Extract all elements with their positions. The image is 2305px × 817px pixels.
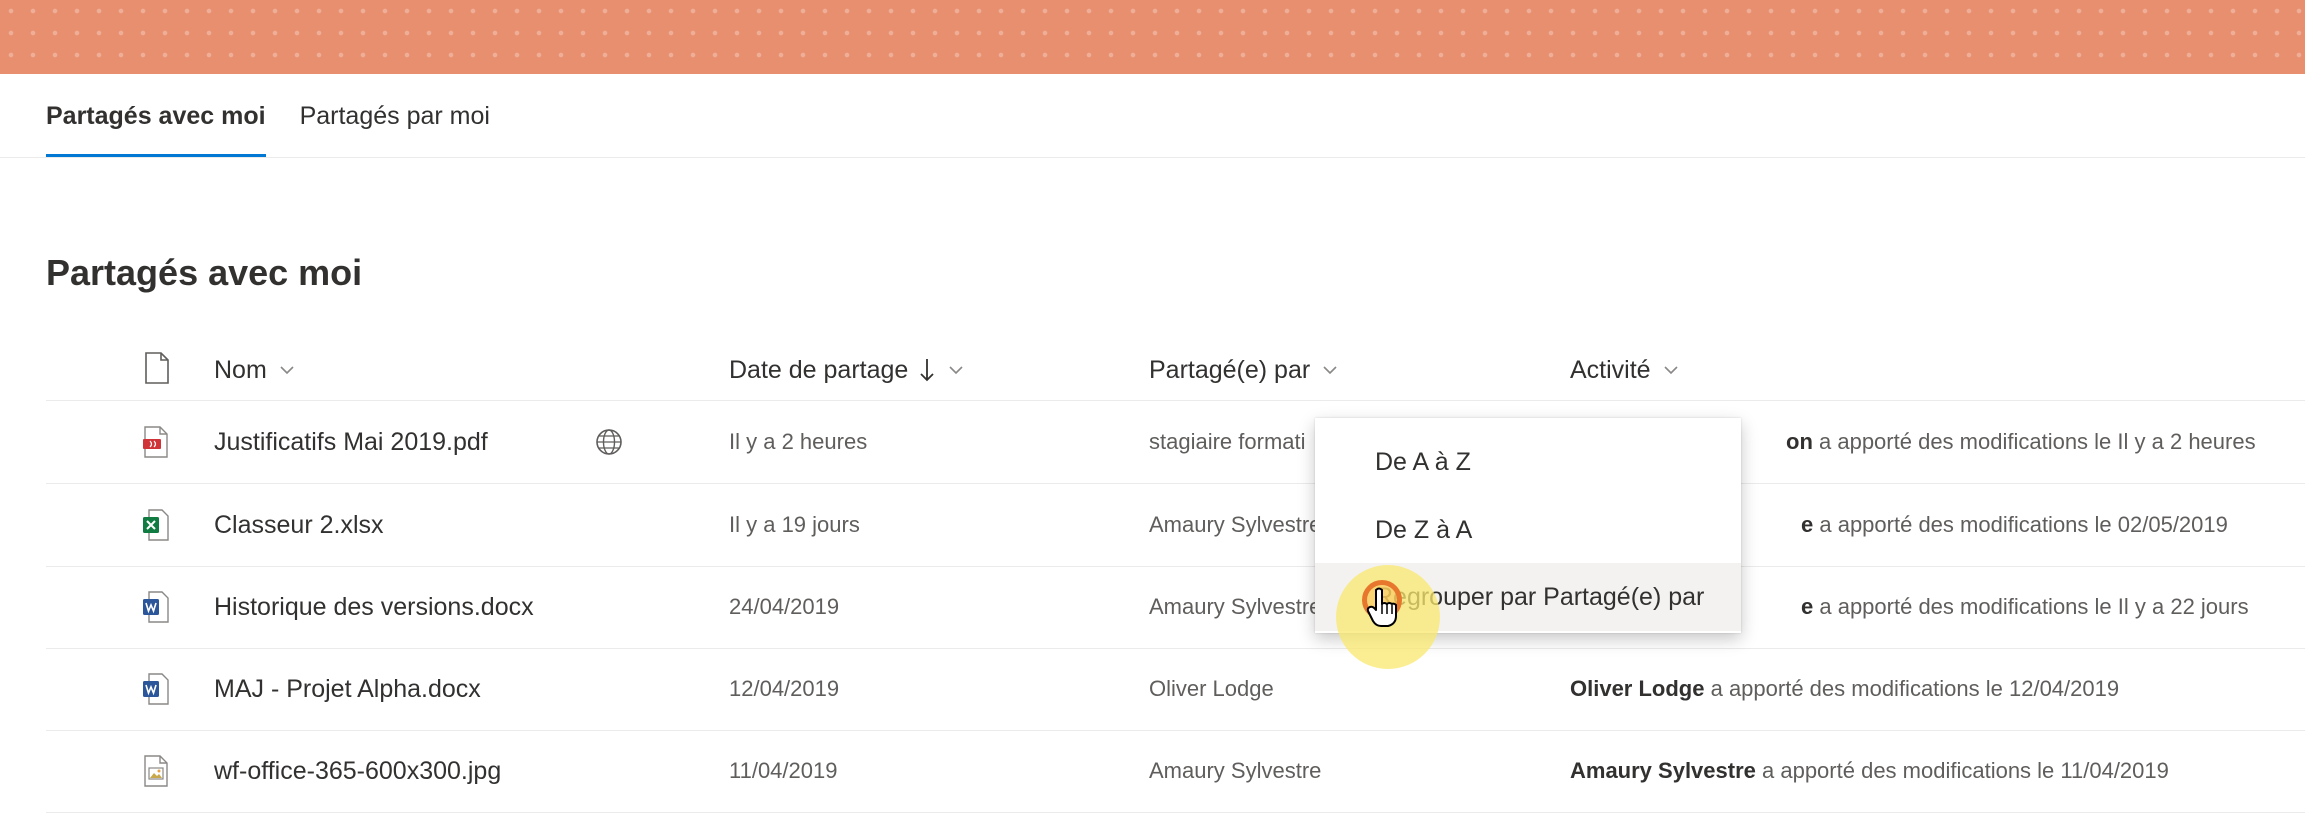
- chevron-down-icon: [949, 366, 963, 375]
- column-date-label: Date de partage: [729, 355, 909, 384]
- activity-user: Oliver Lodge: [1570, 676, 1705, 701]
- table-row[interactable]: wf-office-365-600x300.jpg 11/04/2019 Ama…: [46, 730, 2305, 813]
- page-title: Partagés avec moi: [46, 252, 363, 293]
- shared-by: Oliver Lodge: [1149, 676, 1274, 701]
- file-name-link[interactable]: MAJ - Projet Alpha.docx: [214, 648, 481, 730]
- file-type-column-icon[interactable]: [144, 352, 170, 389]
- sort-descending-icon: [920, 359, 934, 382]
- column-name-label: Nom: [214, 355, 267, 384]
- shared-by: Amaury Sylvestre: [1149, 594, 1322, 619]
- table-row[interactable]: Classeur 2.xlsx Il y a 19 jours Amaury S…: [46, 484, 2305, 567]
- pdf-file-icon: [142, 401, 170, 483]
- activity-description: a apporté des modifications le 02/05/201…: [1813, 512, 2228, 537]
- excel-file-icon: [142, 484, 170, 566]
- column-activity-label: Activité: [1570, 355, 1651, 384]
- column-header-name[interactable]: Nom: [214, 350, 297, 390]
- file-name-link[interactable]: wf-office-365-600x300.jpg: [214, 730, 501, 812]
- shared-date: 24/04/2019: [729, 594, 840, 619]
- file-name-link[interactable]: Classeur 2.xlsx: [214, 484, 384, 566]
- word-file-icon: [142, 648, 170, 730]
- menu-item-sort-z-to-a[interactable]: De Z à A: [1315, 496, 1741, 564]
- activity-user: e: [1801, 512, 1814, 537]
- table-row[interactable]: Justificatifs Mai 2019.pdf Il y a 2 heur…: [46, 401, 2305, 484]
- column-header-activity[interactable]: Activité: [1570, 350, 1681, 390]
- image-file-icon: [142, 730, 170, 812]
- activity-user: Amaury Sylvestre: [1570, 758, 1756, 783]
- activity-text: e a apporté des modifications le 02/05/2…: [1801, 484, 2228, 566]
- activity-user: on: [1786, 429, 1813, 454]
- shared-date: Il y a 19 jours: [729, 512, 860, 537]
- shared-date: 11/04/2019: [729, 758, 838, 783]
- shared-date: 12/04/2019: [729, 676, 840, 701]
- table-row[interactable]: MAJ - Projet Alpha.docx 12/04/2019 Olive…: [46, 648, 2305, 731]
- column-shared-by-label: Partagé(e) par: [1149, 355, 1311, 384]
- activity-description: a apporté des modifications le 11/04/201…: [1755, 758, 2169, 783]
- file-name-link[interactable]: Historique des versions.docx: [214, 566, 534, 648]
- tab-shared-by-me[interactable]: Partagés par moi: [300, 96, 490, 158]
- activity-description: a apporté des modifications le Il y a 22…: [1813, 594, 2249, 619]
- tabs-divider: [0, 157, 2305, 158]
- table-row[interactable]: Historique des versions.docx 24/04/2019 …: [46, 566, 2305, 649]
- activity-text: on a apporté des modifications le Il y a…: [1786, 401, 2256, 483]
- activity-user: e: [1801, 594, 1814, 619]
- shared-by: Amaury Sylvestre: [1149, 758, 1322, 783]
- chevron-down-icon: [280, 366, 294, 375]
- word-file-icon: [142, 566, 170, 648]
- activity-text: Oliver Lodge a apporté des modifications…: [1570, 648, 2119, 730]
- column-header-shared-by[interactable]: Partagé(e) par: [1149, 350, 1340, 390]
- shared-date: Il y a 2 heures: [729, 429, 868, 454]
- header-banner: [0, 0, 2305, 74]
- hand-cursor-icon: [1366, 586, 1400, 633]
- globe-icon: [594, 401, 624, 483]
- menu-item-sort-a-to-z[interactable]: De A à Z: [1315, 428, 1741, 496]
- file-name-link[interactable]: Justificatifs Mai 2019.pdf: [214, 401, 488, 483]
- activity-text: e a apporté des modifications le Il y a …: [1801, 566, 2249, 648]
- shared-by: stagiaire formati: [1149, 429, 1306, 454]
- chevron-down-icon: [1664, 366, 1678, 375]
- activity-text: Amaury Sylvestre a apporté des modificat…: [1570, 730, 2169, 812]
- chevron-down-icon: [1323, 366, 1337, 375]
- view-tabs: Partagés avec moi Partagés par moi: [46, 96, 490, 158]
- tab-shared-with-me[interactable]: Partagés avec moi: [46, 96, 266, 158]
- shared-by: Amaury Sylvestre: [1149, 512, 1322, 537]
- activity-description: a apporté des modifications le Il y a 2 …: [1812, 429, 2256, 454]
- column-header-date[interactable]: Date de partage: [729, 350, 966, 390]
- activity-description: a apporté des modifications le 12/04/201…: [1704, 676, 2120, 701]
